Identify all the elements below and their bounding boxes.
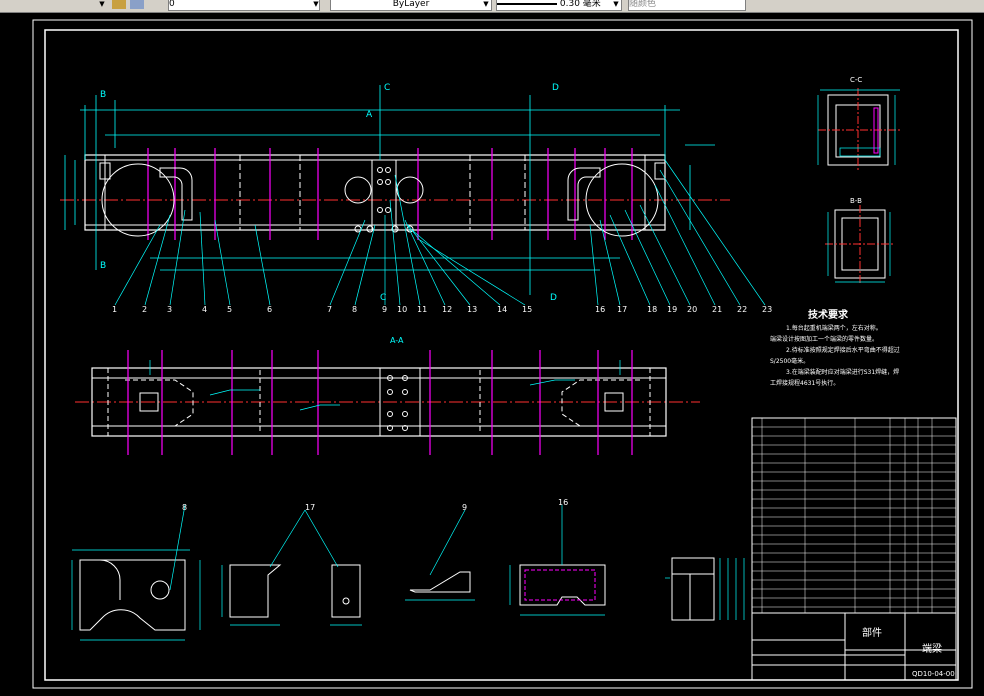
balloon-3: 3 (167, 305, 172, 314)
section-b-b: B-B (825, 197, 895, 285)
drawing-canvas[interactable]: B B C C D D A 1 2 3 4 5 6 7 8 9 10 11 12… (0, 13, 984, 696)
balloon-12: 12 (442, 305, 452, 314)
detail-part-17: 17 (221, 503, 362, 626)
balloon-20: 20 (687, 305, 697, 314)
balloon-7: 7 (327, 305, 332, 314)
balloon-17: 17 (617, 305, 627, 314)
layer-select[interactable]: 0 (168, 0, 320, 11)
balloon-14: 14 (497, 305, 507, 314)
detail-label-16: 16 (558, 498, 568, 507)
layer-states-icon[interactable] (112, 0, 126, 9)
balloon-1: 1 (112, 305, 117, 314)
balloon-2: 2 (142, 305, 147, 314)
drawing-number-text: QD10-04-00 (912, 670, 955, 678)
color-select[interactable]: ByLayer (330, 0, 492, 11)
balloon-22: 22 (737, 305, 747, 314)
balloon-21: 21 (712, 305, 722, 314)
plan-view-a-a: A-A (75, 336, 700, 455)
part-type-text: 部件 (862, 626, 882, 639)
svg-text:C: C (384, 83, 390, 93)
balloon-15: 15 (522, 305, 532, 314)
layer-value: 0 (169, 0, 175, 9)
color-value: ByLayer (392, 0, 430, 9)
detail-section-small (665, 557, 745, 621)
balloon-6: 6 (267, 305, 272, 314)
svg-text:B: B (100, 261, 106, 271)
detail-label-9: 9 (462, 503, 467, 512)
section-c-c: C-C (817, 76, 900, 172)
part-name-text: 端梁 (922, 642, 942, 655)
balloon-11: 11 (417, 305, 427, 314)
tech-req-line: S/2500毫米。 (770, 357, 809, 365)
svg-text:A: A (366, 110, 373, 120)
parts-list (751, 417, 957, 681)
detail-part-16: 16 (509, 498, 606, 616)
lineweight-swatch (497, 2, 557, 5)
detail-part-8: 8 (71, 503, 201, 641)
tech-req-line: 工焊接规程4631号执行。 (770, 379, 839, 387)
properties-toolbar: ▼ 0 ▼ ByLayer ▼ 0.30 毫米 ▼ 随颜色 (0, 0, 984, 13)
layer-previous-icon[interactable] (130, 0, 144, 9)
tech-req-title: 技术要求 (808, 308, 849, 321)
balloon-16: 16 (595, 305, 605, 314)
lineweight-select[interactable]: 0.30 毫米 (496, 0, 622, 11)
chevron-down-icon[interactable]: ▼ (612, 0, 620, 9)
tech-req-line: 3.在端梁装配时应对端梁进行S31焊缝，焊 (786, 368, 899, 376)
front-view: B B C C D D A 1 2 3 4 5 6 7 8 9 10 11 12… (60, 83, 772, 314)
balloon-18: 18 (647, 305, 657, 314)
balloon-23: 23 (762, 305, 772, 314)
svg-text:C: C (380, 293, 386, 303)
svg-text:D: D (550, 293, 557, 303)
section-a-label: A-A (390, 336, 404, 345)
balloon-5: 5 (227, 305, 232, 314)
balloon-row: 1 2 3 4 5 6 7 8 9 10 11 12 13 14 15 16 17 18 19 20 21 22 23 (112, 305, 772, 314)
balloon-8: 8 (352, 305, 357, 314)
tech-req-line: 2.待标准按照规定焊接后水平弯曲不得超过 (786, 346, 900, 354)
lineweight-value: 0.30 毫米 (559, 0, 601, 9)
balloon-10: 10 (397, 305, 407, 314)
title-block: 部件 端梁 QD10-04-00 (752, 612, 956, 680)
section-b-label: B-B (850, 197, 862, 205)
svg-text:D: D (552, 83, 559, 93)
section-c-label: C-C (850, 76, 862, 84)
technical-requirements: 技术要求 1.每台起重机端梁两个，左右对称。端梁设计按图加工一个端梁的零件数量。… (770, 308, 900, 387)
chevron-down-icon[interactable]: ▼ (482, 0, 490, 9)
sheet-border (32, 19, 973, 689)
detail-label-17: 17 (305, 503, 315, 512)
chevron-down-icon[interactable]: ▼ (312, 0, 320, 9)
tech-req-line: 1.每台起重机端梁两个，左右对称。 (786, 324, 882, 332)
plotstyle-value: 随颜色 (629, 0, 657, 9)
drawing-frame (44, 29, 959, 681)
detail-part-9: 9 (405, 503, 475, 601)
dropdown-arrow-icon[interactable]: ▼ (98, 0, 106, 9)
section-mark-b: B (100, 90, 106, 100)
balloon-13: 13 (467, 305, 477, 314)
balloon-4: 4 (202, 305, 207, 314)
balloon-19: 19 (667, 305, 677, 314)
tech-req-line: 端梁设计按图加工一个端梁的零件数量。 (770, 335, 878, 343)
balloon-9: 9 (382, 305, 387, 314)
plotstyle-select[interactable]: 随颜色 (628, 0, 746, 11)
detail-label-8: 8 (182, 503, 187, 512)
